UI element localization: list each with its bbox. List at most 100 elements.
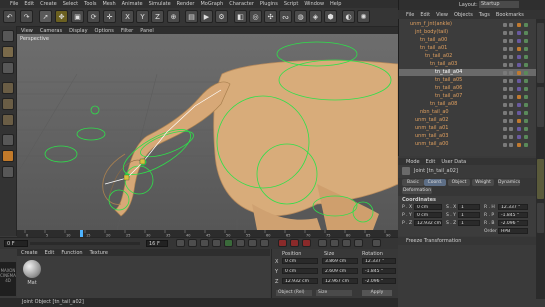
object-menu-objects[interactable]: Objects (454, 12, 473, 18)
material-swatch[interactable] (23, 260, 41, 278)
coord-size-field[interactable]: 2.609 cm (322, 268, 358, 274)
scene-icon[interactable]: ⬢ (324, 10, 337, 23)
visibility-dot-icon[interactable] (503, 110, 507, 115)
menu-animate[interactable]: Animate (122, 1, 143, 7)
weight-tag-icon[interactable] (524, 94, 528, 99)
redo-icon[interactable]: ↷ (20, 10, 33, 23)
prev-key-icon[interactable] (188, 239, 197, 247)
material-menu-create[interactable]: Create (21, 250, 38, 256)
tag-icon[interactable] (517, 86, 521, 91)
timeline-cursor[interactable] (80, 230, 83, 237)
viewport-menu-options[interactable]: Options (95, 28, 114, 34)
autokey-icon[interactable] (290, 239, 299, 247)
go-to-end-icon[interactable] (260, 239, 269, 247)
viewport[interactable] (17, 34, 398, 230)
render-dot-icon[interactable] (509, 54, 513, 59)
tag-icon[interactable] (517, 70, 521, 75)
attribute-tab-object[interactable]: Object (448, 179, 470, 186)
undo-icon[interactable]: ↶ (3, 10, 16, 23)
object-row[interactable]: tn_tail_a07 (399, 93, 537, 100)
order-select[interactable]: HPB (498, 228, 528, 234)
make-editable-icon[interactable] (2, 30, 14, 42)
side-tab-content-browser[interactable] (537, 23, 544, 83)
weight-tag-icon[interactable] (524, 46, 528, 51)
viewport-menu-cameras[interactable]: Cameras (40, 28, 62, 34)
visibility-dot-icon[interactable] (503, 134, 507, 139)
object-menu-file[interactable]: File (406, 12, 414, 18)
visibility-dot-icon[interactable] (503, 30, 507, 35)
visibility-dot-icon[interactable] (503, 86, 507, 91)
side-tab-structure[interactable] (537, 87, 544, 127)
snapping-icon[interactable] (2, 150, 14, 162)
menu-script[interactable]: Script (284, 1, 299, 7)
render-dot-icon[interactable] (509, 118, 513, 123)
live-select-icon[interactable]: ➚ (39, 10, 52, 23)
tag-icon[interactable] (517, 94, 521, 99)
menu-character[interactable]: Character (229, 1, 254, 7)
tag-icon[interactable] (517, 38, 521, 43)
weight-tag-icon[interactable] (524, 86, 528, 91)
object-row[interactable]: unm_tail_a03 (399, 133, 537, 140)
attribute-tab-dynamics[interactable]: Dynamics (498, 179, 520, 186)
frame-range-slider[interactable] (30, 242, 140, 245)
render-picture-viewer-icon[interactable]: ▶ (200, 10, 213, 23)
object-row[interactable]: unm_tail_a00 (399, 141, 537, 148)
timeline-ruler[interactable]: 0 5 10 15 20 25 30 35 40 45 50 55 60 65 70 75 80 85 90 (17, 230, 398, 238)
attr-scale-field[interactable]: 1 (458, 204, 480, 210)
tag-icon[interactable] (517, 46, 521, 51)
polygons-mode-icon[interactable] (2, 114, 14, 126)
visibility-dot-icon[interactable] (503, 102, 507, 107)
attr-pos-field[interactable]: 0 cm (414, 204, 442, 210)
recent-tools-icon[interactable]: ✛ (103, 10, 116, 23)
parameter-key-icon[interactable] (354, 239, 363, 247)
menu-simulate[interactable]: Simulate (149, 1, 171, 7)
render-dot-icon[interactable] (509, 134, 513, 139)
scale-key-icon[interactable] (330, 239, 339, 247)
render-dot-icon[interactable] (509, 46, 513, 51)
render-dot-icon[interactable] (509, 94, 513, 99)
render-dot-icon[interactable] (509, 142, 513, 147)
subdivision-icon[interactable]: ◎ (249, 10, 262, 23)
attribute-tab-deformation[interactable]: Deformation (402, 187, 432, 194)
coordinate-system-icon[interactable]: ⊕ (167, 10, 180, 23)
timeline-options-icon[interactable] (372, 239, 381, 247)
menu-render[interactable]: Render (177, 1, 195, 7)
side-tab-attributes[interactable] (537, 159, 544, 199)
visibility-dot-icon[interactable] (503, 78, 507, 83)
light-icon[interactable]: ✺ (357, 10, 370, 23)
object-row[interactable]: unm_f_jnt(ankle) (399, 21, 537, 28)
material-menu-edit[interactable]: Edit (45, 250, 55, 256)
render-dot-icon[interactable] (509, 70, 513, 75)
menu-file[interactable]: File (10, 1, 18, 7)
render-dot-icon[interactable] (509, 38, 513, 43)
scale-tool-icon[interactable]: ▣ (71, 10, 84, 23)
weight-tag-icon[interactable] (524, 22, 528, 27)
menu-create[interactable]: Create (40, 1, 57, 7)
coord-size-field[interactable]: 3.869 cm (322, 258, 358, 264)
object-menu-tags[interactable]: Tags (479, 12, 490, 18)
visibility-dot-icon[interactable] (503, 142, 507, 147)
visibility-dot-icon[interactable] (503, 70, 507, 75)
menu-plugins[interactable]: Plugins (260, 1, 278, 7)
visibility-dot-icon[interactable] (503, 54, 507, 59)
menu-select[interactable]: Select (63, 1, 78, 7)
menu-help[interactable]: Help (330, 1, 341, 7)
array-icon[interactable]: ✣ (264, 10, 277, 23)
position-key-icon[interactable] (318, 239, 327, 247)
visibility-dot-icon[interactable] (503, 22, 507, 27)
texture-mode-icon[interactable] (2, 62, 14, 74)
coord-position-field[interactable]: 12.932 cm (282, 278, 318, 284)
object-menu-bookmarks[interactable]: Bookmarks (496, 12, 524, 18)
tag-icon[interactable] (517, 126, 521, 131)
nurbs-icon[interactable]: ◍ (294, 10, 307, 23)
object-row[interactable]: tn_tail_a08 (399, 101, 537, 108)
object-row[interactable]: unm_tail_a01 (399, 125, 537, 132)
tag-icon[interactable] (517, 110, 521, 115)
render-dot-icon[interactable] (509, 30, 513, 35)
y-axis-icon[interactable]: Y (136, 10, 149, 23)
object-row[interactable]: jnt_body(tail) (399, 29, 537, 36)
tag-icon[interactable] (517, 62, 521, 67)
record-icon[interactable] (278, 239, 287, 247)
render-view-icon[interactable]: ▤ (185, 10, 198, 23)
visibility-dot-icon[interactable] (503, 46, 507, 51)
